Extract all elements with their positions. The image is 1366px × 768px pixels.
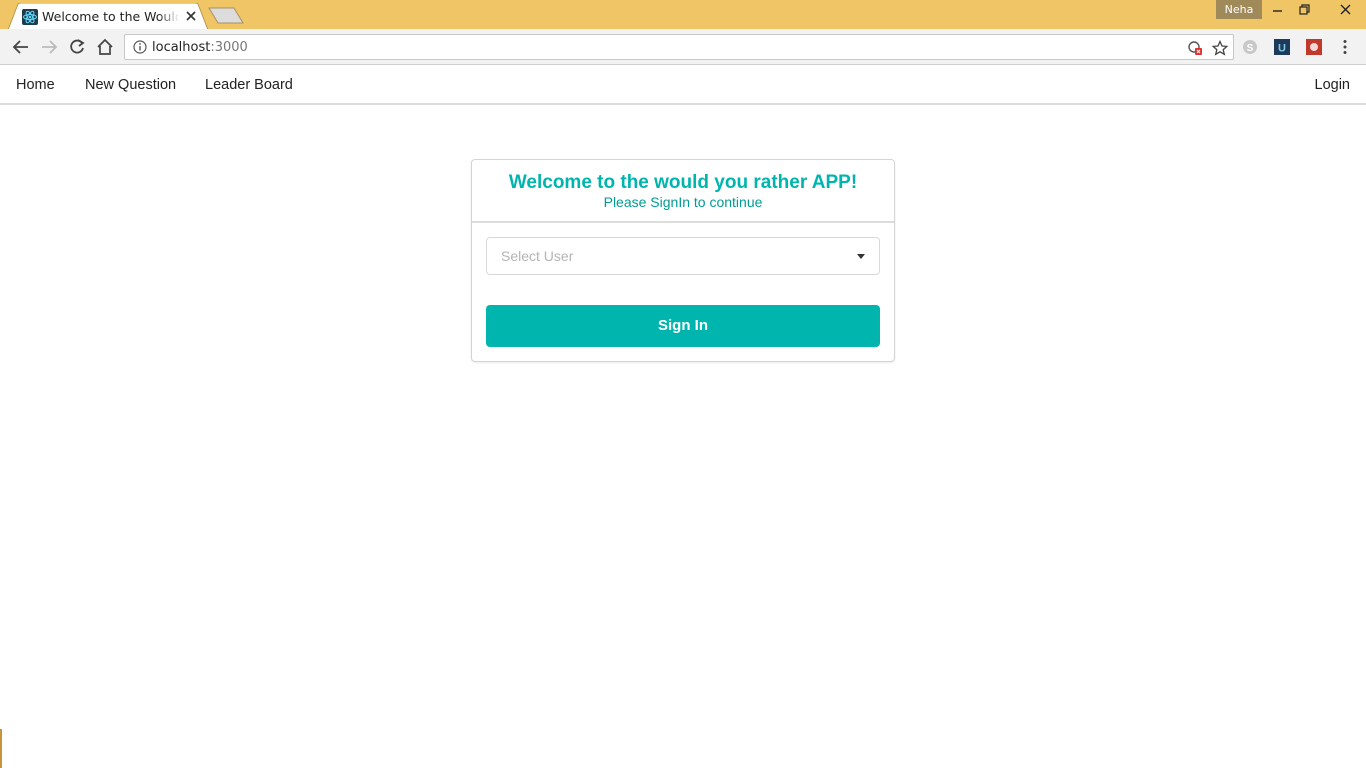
address-url: localhost:3000 xyxy=(152,40,248,55)
window-close-icon[interactable] xyxy=(1326,0,1366,20)
react-icon xyxy=(22,9,38,25)
blocked-content-icon[interactable] xyxy=(1187,40,1203,56)
extension-red-icon[interactable] xyxy=(1305,38,1323,56)
url-host: localhost xyxy=(152,40,211,55)
skype-extension-icon[interactable]: S xyxy=(1241,38,1259,56)
minimize-icon[interactable] xyxy=(1264,0,1292,20)
chevron-down-icon xyxy=(857,254,865,259)
browser-tabstrip: Welcome to the Would You Rather App Neha xyxy=(0,0,1366,30)
nav-home[interactable]: Home xyxy=(16,76,55,94)
star-icon[interactable] xyxy=(1211,39,1229,56)
tab-title-fade xyxy=(158,7,180,25)
login-card-subtitle: Please SignIn to continue xyxy=(603,194,763,210)
restore-icon[interactable] xyxy=(1290,0,1318,20)
window-edge-marker xyxy=(0,729,2,768)
nav-leader-board[interactable]: Leader Board xyxy=(205,76,293,94)
select-user-placeholder: Select User xyxy=(501,248,574,264)
svg-text:S: S xyxy=(1247,43,1254,54)
kebab-menu-icon[interactable] xyxy=(1336,38,1354,56)
browser-toolbar: localhost:3000 S U xyxy=(0,29,1366,65)
home-icon[interactable] xyxy=(96,38,114,56)
login-card-header: Welcome to the would you rather APP! Ple… xyxy=(472,160,894,223)
profile-button[interactable]: Neha xyxy=(1216,0,1262,19)
app-navbar: Home New Question Leader Board Login xyxy=(0,66,1366,105)
login-card: Welcome to the would you rather APP! Ple… xyxy=(471,159,895,362)
nav-new-question[interactable]: New Question xyxy=(85,76,176,94)
extension-u-icon[interactable]: U xyxy=(1273,38,1291,56)
info-icon[interactable] xyxy=(133,40,147,54)
login-card-title: Welcome to the would you rather APP! xyxy=(508,172,858,193)
forward-arrow-icon[interactable] xyxy=(40,38,58,56)
close-icon[interactable] xyxy=(184,9,198,23)
select-user-dropdown[interactable]: Select User xyxy=(486,237,880,275)
back-arrow-icon[interactable] xyxy=(12,38,30,56)
reload-icon[interactable] xyxy=(68,38,86,56)
url-port: :3000 xyxy=(210,40,248,55)
browser-tab-active[interactable]: Welcome to the Would You Rather App xyxy=(8,3,208,30)
new-tab-button[interactable] xyxy=(208,7,244,24)
nav-login[interactable]: Login xyxy=(1315,76,1350,94)
svg-text:U: U xyxy=(1278,43,1286,55)
sign-in-button[interactable]: Sign In xyxy=(486,305,880,347)
address-bar[interactable]: localhost:3000 xyxy=(124,34,1234,60)
